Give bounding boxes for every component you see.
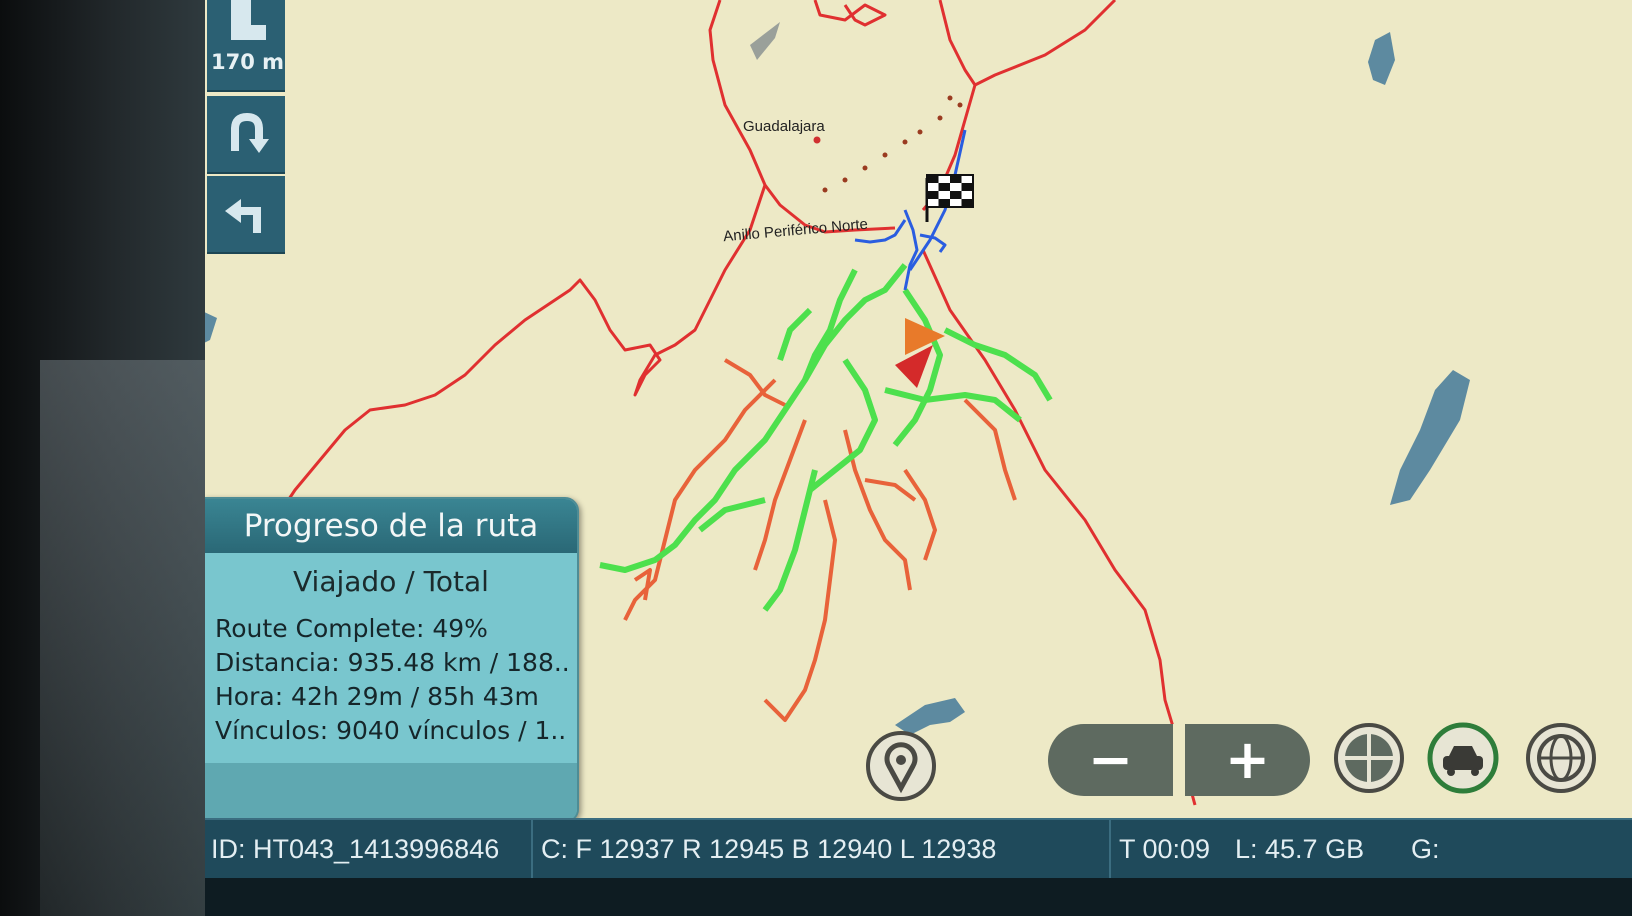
panel-title: Progreso de la ruta (205, 499, 577, 553)
camera-counters: C: F 12937 R 12945 B 12940 L 12938 (541, 834, 997, 864)
turn-left-icon (225, 199, 261, 233)
road-line (708, 0, 896, 234)
globe-icon (1526, 723, 1596, 793)
navigation-screen: Guadalajara Anillo Periférico Norte 170 … (205, 0, 1632, 916)
status-separator (1109, 820, 1111, 880)
links-line: Vínculos: 9040 vínculos / 1... (215, 716, 567, 745)
map-label-city: Guadalajara (743, 118, 825, 135)
water-shape (205, 312, 217, 343)
route-progress-panel: Progreso de la ruta Viajado / Total Rout… (205, 497, 579, 823)
zoom-in-button[interactable]: + (1185, 724, 1310, 796)
road-line (813, 0, 887, 27)
traveled-route (808, 358, 878, 493)
destination-flag-icon (925, 174, 974, 222)
road-line (921, 249, 1197, 806)
lake-shape (1390, 370, 1470, 505)
elapsed-time: T 00:09 (1119, 834, 1211, 864)
road-line (938, 0, 1117, 87)
crosshair-icon (1334, 723, 1404, 793)
maneuver-turn-left[interactable] (207, 176, 285, 254)
time-line: Hora: 42h 29m / 85h 43m (215, 682, 539, 711)
status-separator (531, 820, 533, 880)
globe-button[interactable] (1525, 722, 1597, 794)
u-turn-icon (231, 112, 269, 153)
water-shape (750, 22, 780, 60)
lake-shape (1368, 32, 1395, 85)
maneuver-distance: 170 m (211, 50, 285, 74)
remaining-route (903, 468, 937, 561)
trail-dot (937, 115, 943, 121)
remaining-route (963, 398, 1017, 501)
trail-dot (882, 152, 888, 158)
turn-left-arrow-icon (231, 0, 266, 40)
center-map-button[interactable] (1333, 722, 1405, 794)
traveled-route (762, 469, 818, 612)
route-complete-line: Route Complete: 49% (215, 614, 488, 643)
traveled-route (777, 307, 813, 361)
maneuver-u-turn[interactable] (207, 96, 285, 174)
remaining-route (864, 478, 917, 502)
traveled-route (884, 387, 1022, 423)
trail-dot (862, 165, 868, 171)
panel-subtitle: Viajado / Total (293, 565, 489, 598)
storage-free: L: 45.7 GB (1235, 834, 1365, 864)
location-button[interactable] (865, 730, 937, 802)
bottom-strip (205, 878, 1632, 916)
location-pin-icon (866, 731, 936, 801)
trail-dot (957, 102, 963, 108)
trail-dot (902, 139, 908, 145)
car-follow-icon (1427, 722, 1499, 794)
window-reflection (40, 360, 210, 916)
maneuver-next[interactable]: 170 m (207, 0, 285, 92)
zoom-out-button[interactable]: − (1048, 724, 1173, 796)
zoom-divider (1173, 724, 1185, 796)
traveled-route (943, 327, 1053, 402)
trail-dot (842, 177, 848, 183)
gps-status: G: (1411, 834, 1440, 864)
city-dot (813, 136, 821, 144)
status-bar: ID: HT043_1413996846 C: F 12937 R 12945 … (205, 818, 1632, 880)
device-id: ID: HT043_1413996846 (211, 834, 500, 864)
follow-vehicle-button[interactable] (1427, 722, 1499, 794)
current-leg-route (903, 209, 919, 291)
trail-dot (917, 129, 923, 135)
zoom-control: − + (1048, 724, 1310, 796)
traveled-route (599, 263, 908, 573)
distance-line: Distancia: 935.48 km / 188... (215, 648, 567, 677)
panel-footer (205, 763, 577, 821)
trail-dot (822, 187, 828, 193)
trail-dot (947, 95, 953, 101)
